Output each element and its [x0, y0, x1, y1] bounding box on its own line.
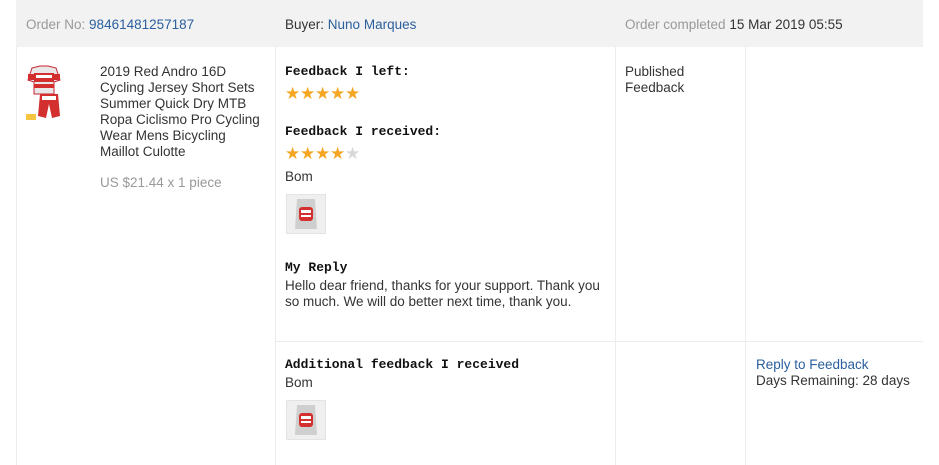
- order-header: Order No: 98461481257187 Buyer: Nuno Mar…: [16, 0, 923, 47]
- additional-feedback-label: Additional feedback I received: [285, 357, 520, 372]
- star-icon: ★: [345, 144, 361, 163]
- buyer-photo-thumbnail[interactable]: [286, 194, 326, 234]
- left-rating-stars: ★ ★ ★ ★ ★: [285, 85, 360, 102]
- product-price: US $21.44 x 1 piece: [100, 175, 222, 190]
- product-title[interactable]: 2019 Red Andro 16D Cycling Jersey Short …: [100, 64, 268, 160]
- star-icon: ★: [315, 84, 331, 103]
- status-line-2: Feedback: [625, 80, 685, 95]
- star-icon: ★: [285, 144, 301, 163]
- received-rating-stars: ★ ★ ★ ★ ★: [285, 145, 360, 162]
- star-icon: ★: [285, 84, 301, 103]
- star-icon: ★: [315, 144, 331, 163]
- column-divider-3: [745, 47, 746, 465]
- star-icon: ★: [300, 144, 316, 163]
- star-icon: ★: [345, 84, 361, 103]
- buyer-name-link[interactable]: Nuno Marques: [328, 17, 417, 32]
- completed-label: Order completed: [625, 17, 726, 32]
- published-status: Published Feedback: [625, 64, 684, 96]
- row-divider: [275, 341, 923, 342]
- order-no-link[interactable]: 98461481257187: [89, 17, 194, 32]
- feedback-received-label: Feedback I received:: [285, 124, 442, 139]
- buyer-info: Buyer: Nuno Marques: [285, 17, 416, 33]
- order-no-label: Order No:: [26, 17, 86, 32]
- star-icon: ★: [300, 84, 316, 103]
- my-reply-text: Hello dear friend, thanks for your suppo…: [285, 278, 600, 309]
- order-status: Order completed 15 Mar 2019 05:55: [625, 17, 843, 33]
- left-border: [16, 47, 17, 465]
- additional-photo-thumbnail[interactable]: [286, 400, 326, 440]
- cycling-jersey-image[interactable]: [24, 64, 64, 124]
- received-feedback-text: Bom: [285, 169, 313, 184]
- star-icon: ★: [330, 144, 346, 163]
- reply-to-feedback-link[interactable]: Reply to Feedback: [756, 357, 869, 372]
- completed-date: 15 Mar 2019 05:55: [729, 17, 843, 32]
- additional-feedback-text: Bom: [285, 375, 313, 390]
- status-line-1: Published: [625, 64, 685, 79]
- column-divider-2: [615, 47, 616, 465]
- feedback-left-label: Feedback I left:: [285, 64, 410, 79]
- star-icon: ★: [330, 84, 346, 103]
- days-remaining: Days Remaining: 28 days: [756, 373, 910, 388]
- buyer-label: Buyer:: [285, 17, 325, 32]
- order-feedback-panel: Order No: 98461481257187 Buyer: Nuno Mar…: [0, 0, 939, 465]
- order-number: Order No: 98461481257187: [26, 17, 194, 33]
- my-reply-label: My Reply: [285, 260, 348, 275]
- column-divider-1: [275, 47, 276, 465]
